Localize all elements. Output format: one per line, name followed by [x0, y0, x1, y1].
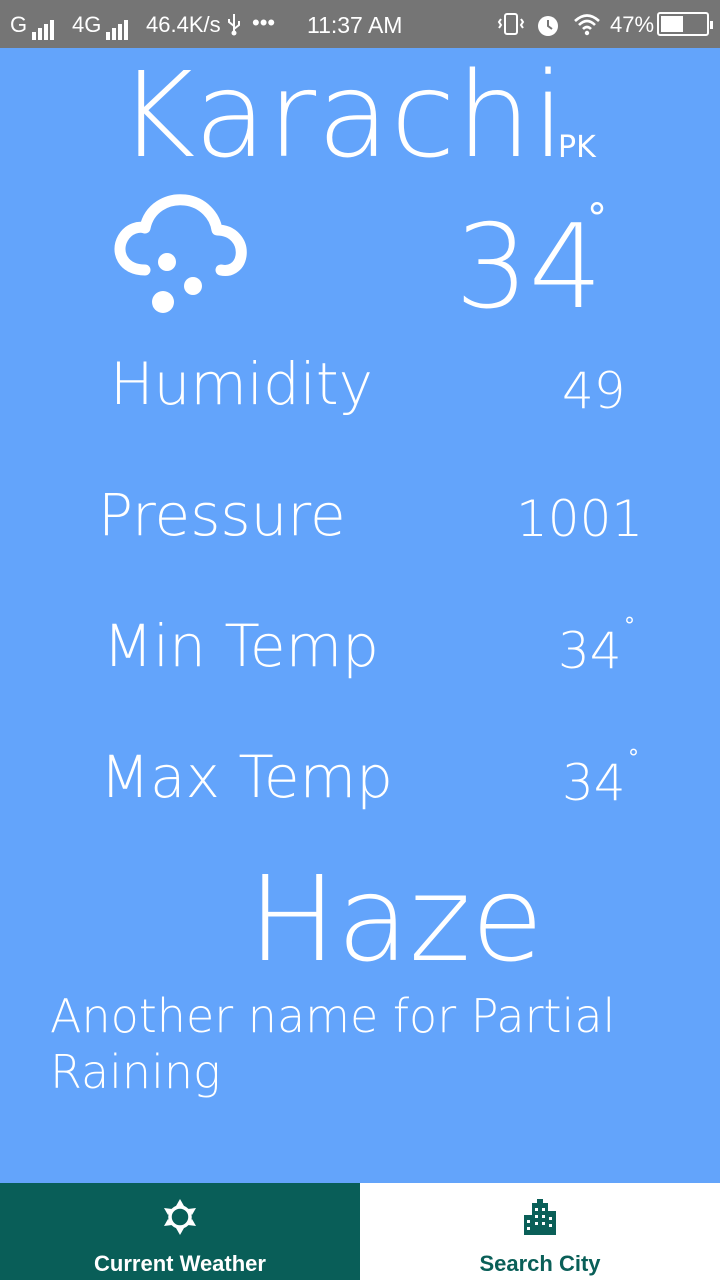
- min-temp-degree-symbol: °: [624, 614, 635, 639]
- max-temp-value: 34: [562, 754, 626, 812]
- battery-icon: [657, 12, 713, 36]
- degree-symbol: °: [587, 196, 607, 242]
- city-name: Karachi: [118, 46, 566, 184]
- country-code: PK: [558, 130, 596, 165]
- humidity-value: 49: [562, 362, 626, 420]
- sun-gear-icon: [160, 1197, 200, 1237]
- cloud-hail-icon: [105, 190, 250, 320]
- more-notifications-icon: •••: [252, 10, 276, 35]
- usb-icon: [226, 12, 242, 42]
- wifi-icon: [573, 12, 601, 42]
- network-type-label: 4G: [72, 12, 102, 37]
- weather-description: Another name for Partial Raining: [50, 989, 616, 1099]
- pressure-label: Pressure: [98, 481, 346, 549]
- min-temp-label: Min Temp: [103, 612, 379, 680]
- bottom-navigation: Current Weather Search City: [0, 1183, 720, 1280]
- nav-search-city[interactable]: Search City: [360, 1183, 720, 1280]
- vibrate-icon: [497, 12, 525, 42]
- nav-label-current-weather: Current Weather: [94, 1251, 266, 1276]
- nav-current-weather[interactable]: Current Weather: [0, 1183, 360, 1280]
- nav-label-search-city: Search City: [479, 1251, 601, 1276]
- city-building-icon: [520, 1197, 560, 1237]
- current-temperature: 34: [455, 200, 603, 335]
- network-speed: 46.4K/s: [146, 12, 221, 37]
- status-bar: G 4G 46.4K/s ••• 11:37 AM 47%: [0, 0, 720, 48]
- battery-percent: 47%: [610, 12, 655, 37]
- humidity-label: Humidity: [110, 350, 373, 418]
- signal-icon-2: [106, 14, 130, 40]
- signal-icon: [32, 14, 56, 40]
- weather-main: Haze: [248, 850, 544, 988]
- pressure-value: 1001: [516, 490, 644, 548]
- max-temp-degree-symbol: °: [628, 746, 639, 771]
- clock: 11:37 AM: [307, 12, 403, 38]
- carrier-label: G: [10, 12, 28, 37]
- min-temp-value: 34: [558, 622, 622, 680]
- alarm-icon: [535, 12, 561, 44]
- max-temp-label: Max Temp: [100, 743, 393, 811]
